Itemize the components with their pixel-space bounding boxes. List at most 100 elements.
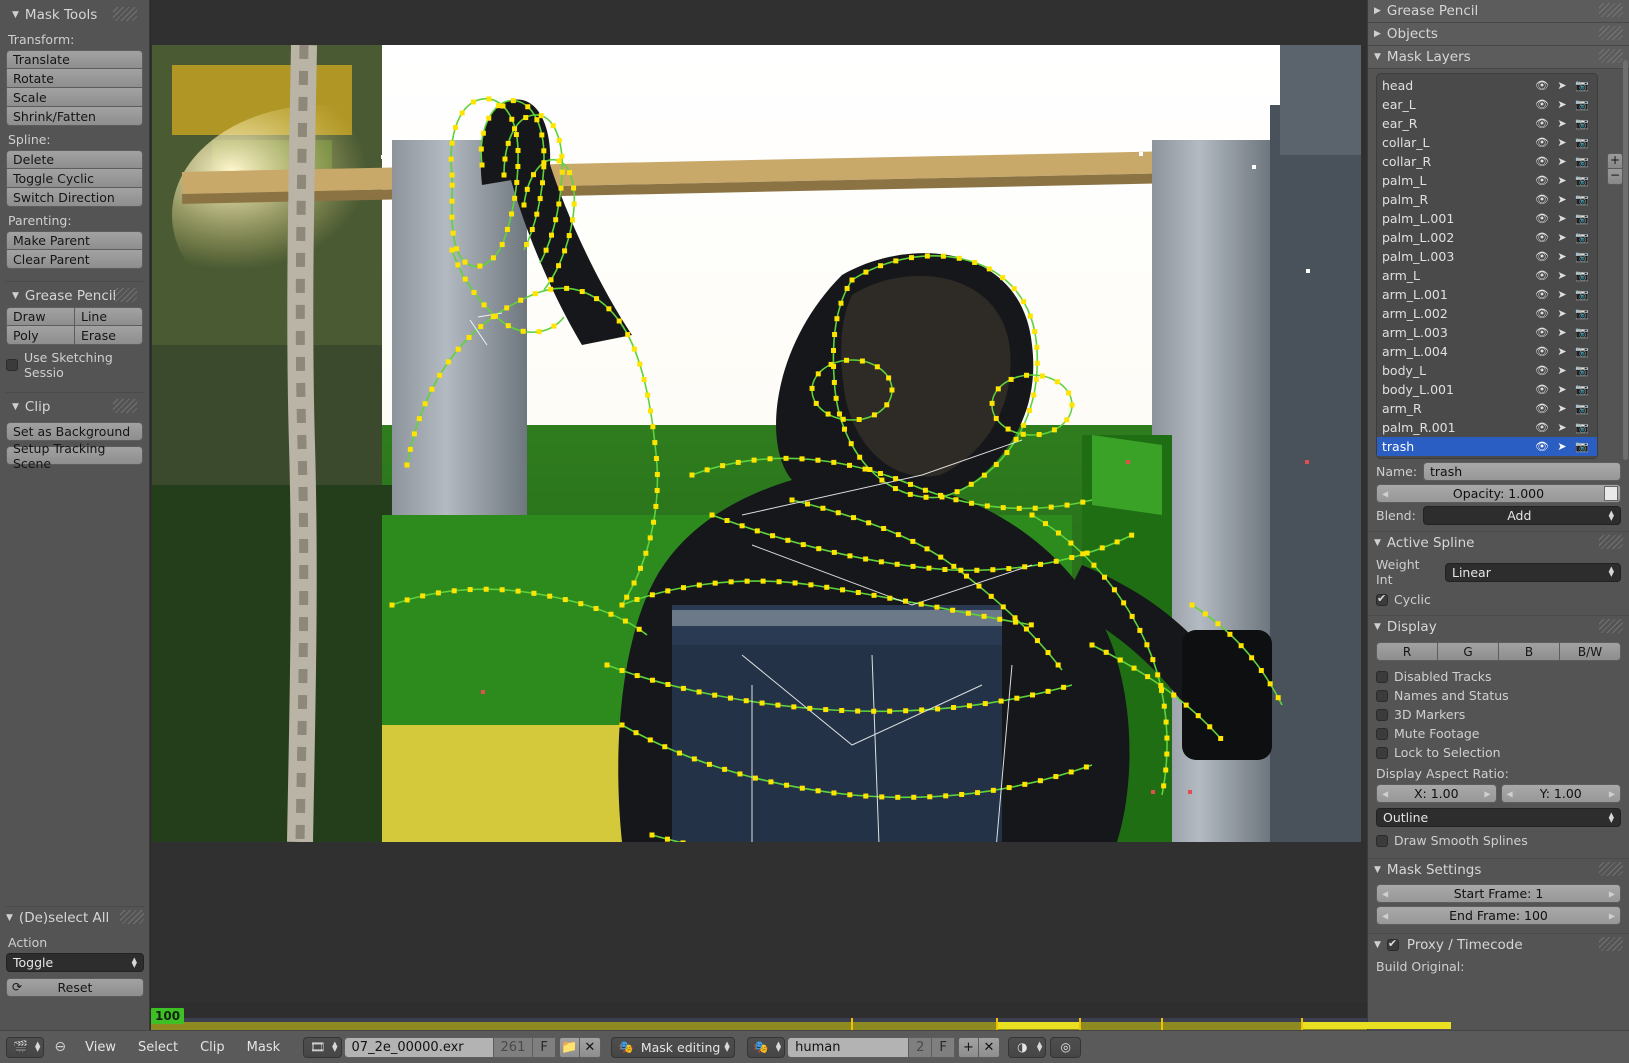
camera-icon[interactable]: 📷 [1572, 250, 1592, 263]
mask-control-point[interactable] [553, 217, 559, 223]
chevron-left-icon[interactable]: ◀ [1382, 889, 1388, 898]
properties-scrollbar[interactable] [1623, 60, 1628, 460]
mask-control-point[interactable] [1103, 649, 1109, 655]
mask-layer-row[interactable]: body_L 👁 ➤ 📷 [1377, 361, 1597, 380]
panel-header-active-spline[interactable]: ▼ Active Spline [1368, 532, 1629, 554]
make-parent-button[interactable]: Make Parent [6, 231, 143, 250]
camera-icon[interactable]: 📷 [1572, 307, 1592, 320]
panel-header-grease-pencil[interactable]: ▼ Grease Pencil [6, 285, 143, 307]
mask-control-point[interactable] [828, 361, 834, 367]
camera-icon[interactable]: 📷 [1572, 402, 1592, 415]
mask-control-point[interactable] [648, 408, 654, 414]
mask-control-point[interactable] [919, 707, 925, 713]
cursor-icon[interactable]: ➤ [1552, 364, 1572, 377]
mask-control-point[interactable] [739, 523, 745, 529]
mask-control-point[interactable] [938, 492, 944, 498]
mask-layer-row[interactable]: ear_R 👁 ➤ 📷 [1377, 114, 1597, 133]
mask-control-point[interactable] [514, 179, 520, 185]
mask-control-point[interactable] [1117, 657, 1123, 663]
mask-control-point[interactable] [839, 707, 845, 713]
mask-layer-row[interactable]: palm_L.002 👁 ➤ 📷 [1377, 228, 1597, 247]
mask-control-point[interactable] [1064, 502, 1070, 508]
mask-control-point[interactable] [559, 169, 565, 175]
mask-control-point[interactable] [1013, 436, 1019, 442]
cursor-icon[interactable]: ➤ [1552, 79, 1572, 92]
mask-control-point[interactable] [550, 123, 556, 129]
eye-icon[interactable]: 👁 [1532, 136, 1552, 149]
mask-control-point[interactable] [951, 563, 957, 569]
mask-control-point[interactable] [1195, 713, 1201, 719]
scale-button[interactable]: Scale [6, 88, 143, 107]
editor-type-selector[interactable]: 🎬 ▲ ▼ [6, 1036, 45, 1058]
camera-icon[interactable]: 📷 [1572, 345, 1592, 358]
track-marker[interactable] [1252, 165, 1256, 169]
mask-control-point[interactable] [775, 702, 781, 708]
mask-control-point[interactable] [975, 790, 981, 796]
add-layer-button[interactable]: + [1607, 153, 1623, 169]
mask-control-point[interactable] [518, 297, 524, 303]
mask-control-point[interactable] [923, 494, 929, 500]
mask-control-point[interactable] [1099, 545, 1105, 551]
mask-control-point[interactable] [1022, 781, 1028, 787]
panel-header-objects[interactable]: ▶ Objects [1368, 23, 1629, 46]
panel-header-mask-settings[interactable]: ▼ Mask Settings [1368, 859, 1629, 881]
mask-control-point[interactable] [972, 259, 978, 265]
display-checkbox-row[interactable]: 3D Markers [1376, 705, 1621, 724]
mask-control-point[interactable] [887, 595, 893, 601]
proxy-enable-checkbox[interactable] [1386, 937, 1399, 951]
mask-control-point[interactable] [836, 411, 842, 417]
mask-control-point[interactable] [530, 172, 536, 178]
mask-control-point[interactable] [1032, 505, 1038, 511]
mask-control-point[interactable] [908, 255, 914, 261]
mask-control-point[interactable] [536, 329, 542, 335]
keyframe-marker[interactable] [1301, 1018, 1303, 1030]
gp-draw-button[interactable]: Draw [6, 307, 74, 326]
mask-control-point[interactable] [993, 415, 999, 421]
mask-control-point[interactable] [445, 359, 451, 365]
mask-control-point[interactable] [799, 785, 805, 791]
mask-control-point[interactable] [908, 481, 914, 487]
rotate-button[interactable]: Rotate [6, 69, 143, 88]
mask-control-point[interactable] [1069, 402, 1075, 408]
mask-control-point[interactable] [556, 263, 562, 269]
mask-control-point[interactable] [1069, 555, 1075, 561]
mask-control-point[interactable] [1102, 574, 1108, 580]
mask-control-point[interactable] [523, 115, 529, 121]
mask-control-point[interactable] [665, 681, 671, 687]
mask-control-point[interactable] [1150, 657, 1156, 663]
mask-control-point[interactable] [1267, 681, 1273, 687]
mask-control-point[interactable] [1164, 751, 1170, 757]
keyframe-marker[interactable] [1079, 1018, 1081, 1030]
mask-control-point[interactable] [637, 565, 643, 571]
dope-sheet-timeline[interactable]: 100 [151, 1002, 1451, 1030]
mask-control-point[interactable] [844, 357, 850, 363]
mask-control-point[interactable] [855, 708, 861, 714]
mask-control-point[interactable] [988, 593, 994, 599]
mask-layer-row[interactable]: palm_L.001 👁 ➤ 📷 [1377, 209, 1597, 228]
mask-control-point[interactable] [480, 130, 486, 136]
mask-control-point[interactable] [466, 334, 472, 340]
mask-control-point[interactable] [696, 582, 702, 588]
mask-control-point[interactable] [416, 416, 422, 422]
mask-control-point[interactable] [737, 771, 743, 777]
mask-control-point[interactable] [455, 262, 461, 268]
mask-control-point[interactable] [540, 180, 546, 186]
camera-icon[interactable]: 📷 [1572, 174, 1592, 187]
mask-control-point[interactable] [689, 472, 695, 478]
mask-control-point[interactable] [471, 289, 477, 295]
mask-control-point[interactable] [722, 766, 728, 772]
mask-control-point[interactable] [889, 387, 895, 393]
mask-control-point[interactable] [974, 567, 980, 573]
mask-control-point[interactable] [784, 782, 790, 788]
menu-select[interactable]: Select [127, 1040, 189, 1055]
mask-control-point[interactable] [1066, 390, 1072, 396]
mask-control-point[interactable] [981, 472, 987, 478]
mask-control-point[interactable] [847, 462, 853, 468]
mask-control-point[interactable] [958, 567, 964, 573]
mask-control-point[interactable] [1028, 622, 1034, 628]
mask-control-point[interactable] [857, 454, 863, 460]
mask-control-point[interactable] [558, 185, 564, 191]
mask-control-point[interactable] [521, 202, 527, 208]
eye-icon[interactable]: 👁 [1532, 117, 1552, 130]
mask-control-point[interactable] [567, 170, 573, 176]
